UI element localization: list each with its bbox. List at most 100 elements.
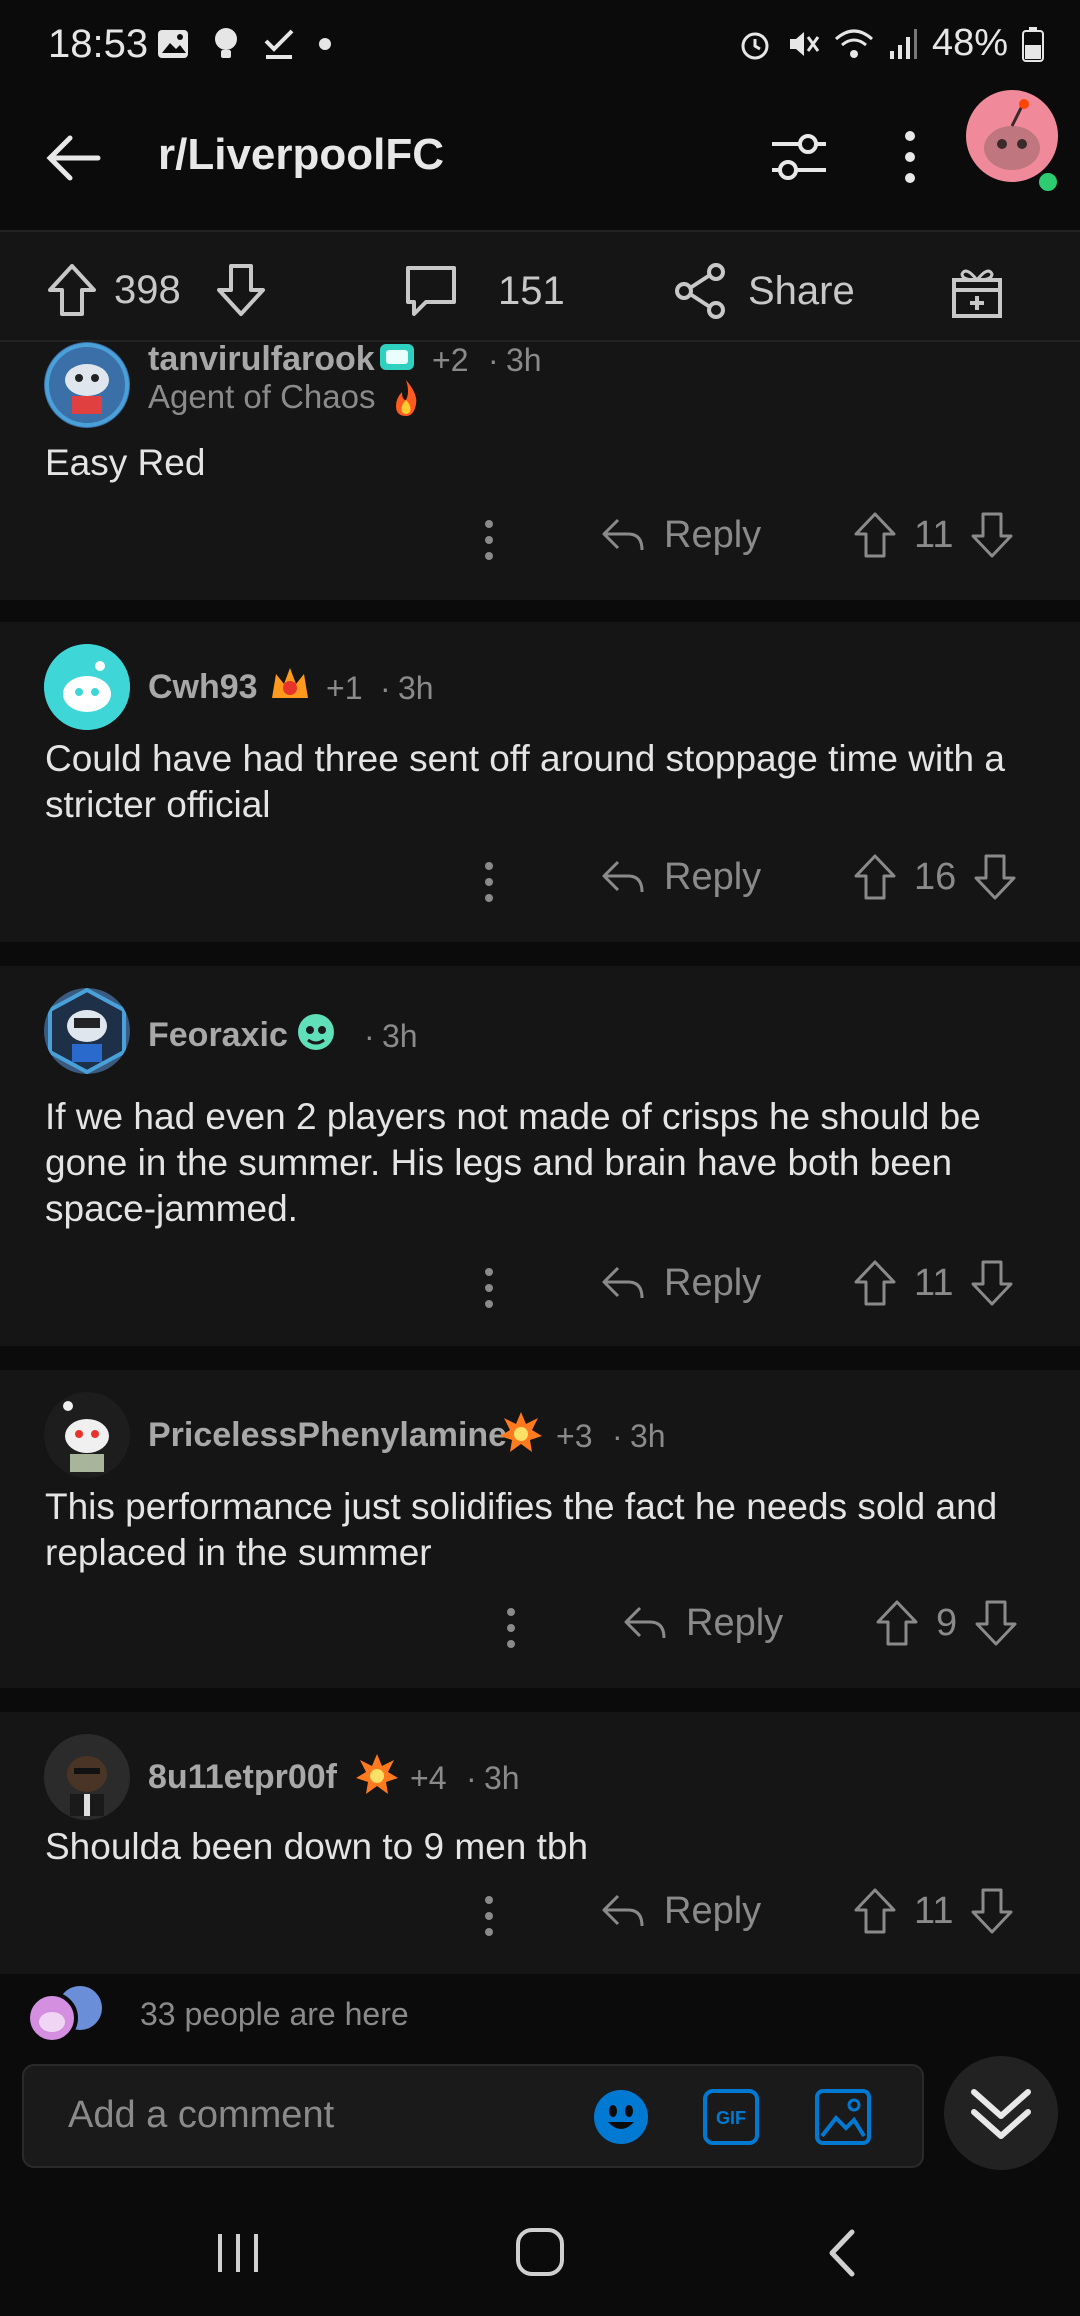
recent-apps-icon[interactable] xyxy=(210,2228,266,2278)
image-icon[interactable] xyxy=(814,2088,872,2146)
signal-icon xyxy=(889,28,917,59)
vertical-dots-icon xyxy=(485,862,493,902)
snoo-avatar-icon xyxy=(44,644,130,730)
comment-vote: 11 xyxy=(852,510,1015,560)
comment-more-button[interactable] xyxy=(474,1886,504,1946)
comment-input[interactable]: Add a comment xyxy=(68,2094,334,2137)
downvote-icon[interactable] xyxy=(972,852,1018,902)
upvote-icon[interactable] xyxy=(852,1886,898,1936)
award-icon xyxy=(272,668,308,698)
comment-vote: 16 xyxy=(852,852,1018,902)
award-icon xyxy=(500,1412,542,1452)
comment-more-button[interactable] xyxy=(474,852,504,912)
emoji-icon[interactable] xyxy=(592,2088,650,2146)
snoo-avatar-icon xyxy=(984,99,1040,170)
comment-username[interactable]: tanvirulfarook xyxy=(148,340,375,379)
dot-icon xyxy=(319,38,331,50)
presence-avatars-icon xyxy=(26,1986,102,2044)
comment-dot: · xyxy=(364,1018,375,1054)
reply-button[interactable]: Reply xyxy=(600,854,761,900)
status-time: 18:53 xyxy=(48,22,149,66)
comment-more-button[interactable] xyxy=(496,1598,526,1658)
snoo-avatar-icon xyxy=(44,1734,130,1820)
upvote-icon[interactable] xyxy=(852,510,898,560)
reply-label: Reply xyxy=(664,1889,762,1932)
presence-text: 33 people are here xyxy=(140,1995,409,2032)
comment-score: 9 xyxy=(936,1601,958,1644)
comment-dot: · xyxy=(612,1418,623,1454)
comment-time: 3h xyxy=(484,1760,520,1796)
reply-label: Reply xyxy=(664,1261,762,1304)
back-button[interactable] xyxy=(40,120,120,200)
comments-button[interactable]: 151 xyxy=(402,262,565,320)
reply-button[interactable]: Reply xyxy=(600,512,761,558)
comment-score: 11 xyxy=(914,1261,954,1304)
comment: Feoraxic · 3h If we had even 2 players n… xyxy=(0,966,1080,1346)
reply-button[interactable]: Reply xyxy=(600,1888,761,1934)
upvote-icon[interactable] xyxy=(874,1598,920,1648)
vertical-dots-icon xyxy=(485,520,493,560)
subreddit-title[interactable]: r/LiverpoolFC xyxy=(158,130,444,180)
commenter-avatar[interactable] xyxy=(44,988,130,1074)
reply-icon xyxy=(602,518,644,551)
award-icon xyxy=(356,1754,398,1794)
mute-icon xyxy=(789,31,820,56)
check-icon xyxy=(264,29,294,59)
comment-dot: · xyxy=(488,342,499,378)
bulb-icon xyxy=(215,28,237,58)
comment-username[interactable]: Cwh93 xyxy=(148,668,258,707)
share-icon xyxy=(675,263,725,319)
comment-body: Could have had three sent off around sto… xyxy=(45,738,1005,825)
reply-button[interactable]: Reply xyxy=(622,1600,783,1646)
upvote-icon[interactable] xyxy=(852,852,898,902)
downvote-icon[interactable] xyxy=(969,510,1015,560)
share-button[interactable]: Share xyxy=(672,262,855,320)
comment: PricelessPhenylamine +3 · 3h This perfor… xyxy=(0,1370,1080,1688)
overflow-menu-button[interactable] xyxy=(880,122,940,192)
comment-username[interactable]: Feoraxic xyxy=(148,1016,288,1055)
commenter-avatar[interactable] xyxy=(44,342,130,428)
downvote-icon[interactable] xyxy=(973,1598,1019,1648)
award-count: +4 xyxy=(410,1760,447,1796)
fire-icon xyxy=(396,380,417,416)
post-score: 398 xyxy=(114,267,181,312)
reply-label: Reply xyxy=(664,855,762,898)
user-avatar[interactable] xyxy=(966,90,1058,182)
downvote-icon[interactable] xyxy=(969,1258,1015,1308)
commenter-avatar[interactable] xyxy=(44,1392,130,1478)
comment-more-button[interactable] xyxy=(474,510,504,570)
reply-label: Reply xyxy=(686,1601,784,1644)
vertical-dots-icon xyxy=(905,131,915,183)
back-nav-icon[interactable] xyxy=(818,2226,868,2280)
scroll-down-button[interactable] xyxy=(944,2056,1058,2170)
comment-vote: 11 xyxy=(852,1886,1015,1936)
comment-bubble-icon xyxy=(406,266,456,316)
presence-indicator: 33 people are here xyxy=(24,1984,409,2044)
comment-username[interactable]: 8u11etpr00f xyxy=(148,1758,337,1797)
comment-score: 11 xyxy=(914,1889,954,1932)
comment-vote: 9 xyxy=(874,1598,1019,1648)
downvote-icon[interactable] xyxy=(213,262,269,318)
filter-button[interactable] xyxy=(764,122,834,192)
commenter-avatar[interactable] xyxy=(44,644,130,730)
comment-composer[interactable]: Add a comment GIF xyxy=(22,2064,924,2168)
comment: Cwh93 +1 · 3h Could have had three sent … xyxy=(0,622,1080,942)
comment-username[interactable]: PricelessPhenylamine xyxy=(148,1416,507,1455)
upvote-icon[interactable] xyxy=(852,1258,898,1308)
downvote-icon[interactable] xyxy=(969,1886,1015,1936)
gift-icon xyxy=(952,269,1002,318)
home-icon[interactable] xyxy=(512,2224,568,2280)
commenter-avatar[interactable] xyxy=(44,1734,130,1820)
vertical-dots-icon xyxy=(485,1268,493,1308)
comment-more-button[interactable] xyxy=(474,1258,504,1318)
upvote-icon[interactable] xyxy=(44,262,100,318)
award-icon xyxy=(380,344,414,370)
comment-dot: · xyxy=(380,670,391,706)
award-button[interactable] xyxy=(948,262,1006,320)
status-bar: 18:53 48% xyxy=(0,0,1080,90)
post-action-bar: 398 151 Share xyxy=(0,232,1080,342)
reply-button[interactable]: Reply xyxy=(600,1260,761,1306)
vote-group: 398 xyxy=(44,262,269,318)
gif-icon[interactable]: GIF xyxy=(702,2088,760,2146)
comment-time: 3h xyxy=(506,342,542,378)
